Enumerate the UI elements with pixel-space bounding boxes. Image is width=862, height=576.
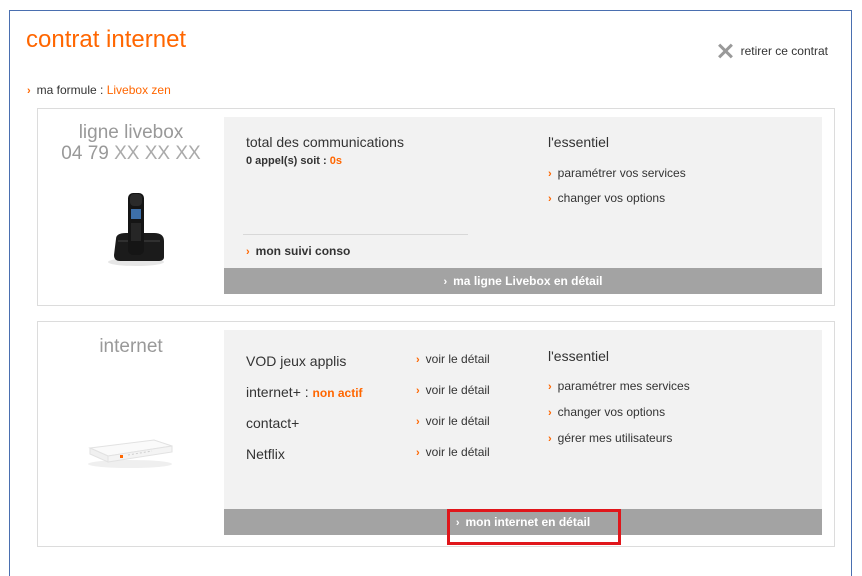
service-status: non actif bbox=[312, 386, 363, 400]
line-essentials-title: l'essentiel bbox=[548, 134, 610, 150]
highlight-box bbox=[447, 509, 621, 545]
line-number-prefix: 04 79 bbox=[61, 143, 109, 164]
chevron-right-icon: › bbox=[416, 447, 420, 459]
line-title: ligne livebox bbox=[78, 122, 184, 143]
remove-contract-label: retirer ce contrat bbox=[740, 44, 828, 58]
manage-users-link[interactable]: › gérer mes utilisateurs bbox=[548, 431, 672, 445]
phone-image bbox=[108, 193, 164, 266]
line-number-masked: XX XX XX bbox=[114, 143, 201, 164]
line-options-link[interactable]: › changer vos options bbox=[548, 191, 665, 205]
close-icon bbox=[717, 43, 733, 59]
chevron-right-icon: › bbox=[416, 416, 420, 428]
chevron-right-icon: › bbox=[548, 407, 552, 419]
line-settings-link[interactable]: › paramétrer vos services bbox=[548, 166, 686, 180]
suivi-conso-link[interactable]: › mon suivi conso bbox=[246, 244, 350, 258]
chevron-right-icon: › bbox=[27, 85, 31, 97]
formula-label: ma formule : bbox=[36, 83, 107, 97]
communications-title: total des communications bbox=[246, 134, 404, 150]
service-name: internet+ : non actif bbox=[246, 384, 363, 400]
remove-contract-link[interactable]: retirer ce contrat bbox=[717, 43, 828, 59]
chevron-right-icon: › bbox=[416, 385, 420, 397]
line-panel: ligne livebox 04 79 XX XX XX total des c… bbox=[37, 108, 835, 306]
service-detail-link[interactable]: › voir le détail bbox=[416, 383, 490, 397]
internet-options-link[interactable]: › changer vos options bbox=[548, 405, 665, 419]
chevron-right-icon: › bbox=[548, 433, 552, 445]
calls-amount: 0s bbox=[329, 155, 342, 167]
service-detail-link[interactable]: › voir le détail bbox=[416, 352, 490, 366]
calls-summary: 0 appel(s) soit : 0s bbox=[246, 155, 342, 167]
internet-panel: internet VOD jeux applis internet+ : non… bbox=[37, 321, 835, 547]
service-name: Netflix bbox=[246, 446, 285, 462]
chevron-right-icon: › bbox=[246, 246, 250, 258]
service-detail-link[interactable]: › voir le détail bbox=[416, 414, 490, 428]
page-title: contrat internet bbox=[26, 26, 187, 53]
service-name: VOD jeux applis bbox=[246, 353, 347, 369]
chevron-right-icon: › bbox=[416, 354, 420, 366]
divider bbox=[243, 234, 468, 235]
line-number: 04 79 XX XX XX bbox=[38, 143, 224, 165]
service-name: contact+ bbox=[246, 415, 300, 431]
livebox-image bbox=[88, 439, 173, 468]
formula-line: › ma formule : Livebox zen bbox=[27, 83, 171, 97]
chevron-right-icon: › bbox=[548, 168, 552, 180]
chevron-right-icon: › bbox=[443, 276, 448, 288]
formula-value[interactable]: Livebox zen bbox=[107, 83, 171, 97]
chevron-right-icon: › bbox=[548, 193, 552, 205]
internet-settings-link[interactable]: › paramétrer mes services bbox=[548, 379, 690, 393]
internet-title: internet bbox=[99, 336, 163, 357]
calls-text: 0 appel(s) soit : bbox=[246, 155, 330, 167]
chevron-right-icon: › bbox=[548, 381, 552, 393]
line-detail-button[interactable]: › ma ligne Livebox en détail bbox=[224, 268, 822, 294]
internet-essentials-title: l'essentiel bbox=[548, 348, 610, 364]
service-detail-link[interactable]: › voir le détail bbox=[416, 445, 490, 459]
